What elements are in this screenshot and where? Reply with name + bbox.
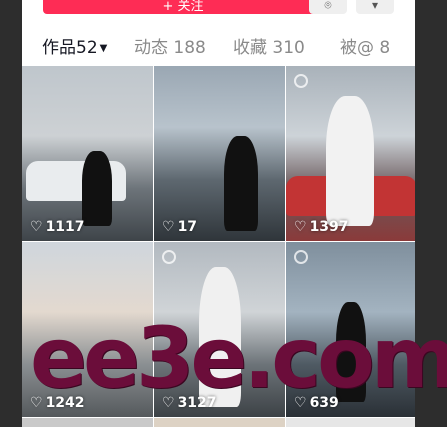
like-count: ♡ 1397 [294, 219, 349, 235]
video-tile[interactable] [22, 418, 153, 427]
follow-button[interactable]: + 关注 [43, 0, 323, 14]
pin-icon [294, 74, 308, 88]
video-tile[interactable] [286, 418, 415, 427]
tab-mentions-label: 被@ [340, 38, 374, 58]
like-count-value: 17 [177, 219, 198, 235]
tab-activity-count: 188 [173, 38, 206, 58]
like-count: ♡ 17 [162, 219, 197, 235]
person-image [326, 96, 374, 226]
video-tile[interactable]: ♡ 1397 [286, 66, 415, 241]
heart-icon: ♡ [30, 219, 43, 235]
action-bar: + 关注 ⌾ ▾ [22, 0, 415, 20]
tab-mentions-count: 8 [379, 38, 391, 58]
person-image [224, 136, 258, 231]
tab-works[interactable]: 作品52 ▼ [42, 33, 107, 58]
like-count: ♡ 1117 [30, 219, 85, 235]
tab-favorites-label: 收藏 [233, 38, 267, 58]
tab-favorites[interactable]: 收藏 310 [233, 33, 305, 58]
watermark: ee3e.com [30, 309, 447, 407]
person-image [82, 151, 112, 226]
pin-icon [162, 250, 176, 264]
profile-tabs: 作品52 ▼ 动态 188 收藏 310 被@ 8 [22, 33, 415, 63]
video-tile[interactable]: ♡ 1117 [22, 66, 153, 241]
video-tile[interactable]: ♡ 17 [154, 66, 285, 241]
more-icon[interactable]: ▾ [356, 0, 394, 14]
tab-mentions[interactable]: 被@ 8 [340, 33, 390, 58]
like-count-value: 1117 [45, 219, 85, 235]
heart-icon: ♡ [162, 219, 175, 235]
like-count-value: 1397 [309, 219, 349, 235]
tab-works-count: 52 [76, 38, 98, 58]
tab-favorites-count: 310 [272, 38, 305, 58]
location-icon[interactable]: ⌾ [309, 0, 347, 14]
video-tile[interactable] [154, 418, 285, 427]
tab-activity[interactable]: 动态 188 [134, 33, 206, 58]
tab-works-label: 作品 [42, 38, 76, 58]
pin-icon [294, 250, 308, 264]
caret-down-icon: ▼ [99, 42, 108, 54]
heart-icon: ♡ [294, 219, 307, 235]
tab-activity-label: 动态 [134, 38, 168, 58]
